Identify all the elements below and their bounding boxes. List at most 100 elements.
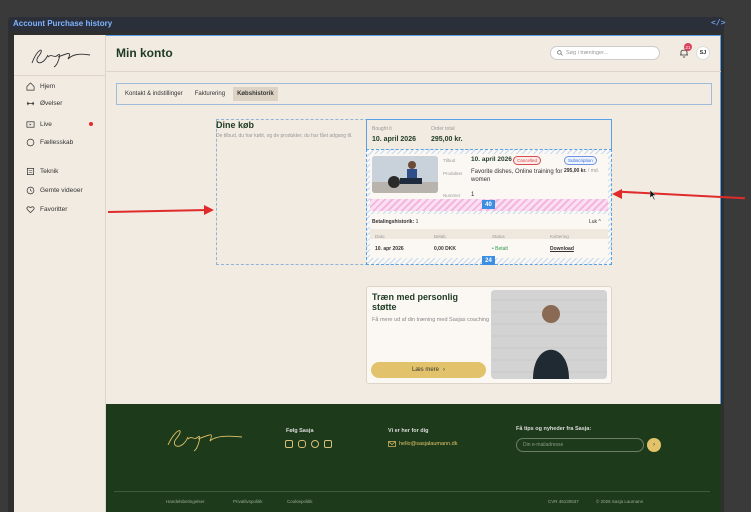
newsletter-email-input[interactable]: Din e-mailadresse <box>516 438 644 452</box>
annotation-arrowhead-right <box>612 189 622 199</box>
price-value: 295,00 kr. <box>564 168 587 174</box>
th-status: Status <box>492 234 505 239</box>
sidebar-item-hjem[interactable]: Hjem <box>26 80 55 92</box>
heart-icon <box>26 205 35 213</box>
facebook-icon[interactable] <box>285 440 293 448</box>
sidebar-item-ovelser[interactable]: Øvelser <box>26 97 62 109</box>
page-title: Min konto <box>116 46 173 60</box>
footer-email-link[interactable]: hello@sasjalaumann.dk <box>388 441 457 447</box>
status-badge: Cancelled <box>513 156 542 165</box>
code-icon[interactable]: </> <box>711 18 725 27</box>
live-indicator <box>89 122 93 126</box>
search-input[interactable]: Søg i træninger... <box>550 46 660 60</box>
offer-label: Tilbud <box>443 158 456 163</box>
header-divider <box>106 71 721 72</box>
dumbbell-icon <box>26 101 35 105</box>
footer-cvr: CVR 46130537 <box>548 499 579 504</box>
payment-count: 1 <box>415 219 419 225</box>
download-link[interactable]: Download <box>550 246 574 252</box>
order-date: 10. april 2026 <box>471 156 512 163</box>
tiktok-icon[interactable] <box>311 440 319 448</box>
td-amount: 0,00 DKK <box>434 246 456 252</box>
number-value: 1 <box>471 192 475 198</box>
frame-title-bar <box>8 17 724 31</box>
search-icon <box>557 50 563 56</box>
footer-copyright: © 2026 Sasja Laumann <box>596 499 644 504</box>
sidebar-item-gemte-videoer[interactable]: Gemte videoer <box>26 184 83 196</box>
purchases-title: Dine køb <box>216 120 255 130</box>
sidebar-item-teknik[interactable]: Teknik <box>26 165 58 177</box>
home-icon <box>26 81 35 90</box>
mail-icon <box>388 441 396 447</box>
footer <box>106 404 721 512</box>
frame-title: Account Purchase history <box>13 19 113 28</box>
live-icon <box>26 120 35 128</box>
youtube-icon[interactable] <box>324 440 332 448</box>
sidebar-item-favoritter[interactable]: Favoritter <box>26 203 67 215</box>
footer-link-privacy[interactable]: Privatlivspolitik <box>233 499 263 504</box>
newsletter-submit-button[interactable]: › <box>647 438 661 452</box>
promo-subtitle: Få mere ud af din træning med Sasjas coa… <box>372 317 490 323</box>
footer-contact-label: Vi er her for dig <box>388 428 429 434</box>
logo-signature[interactable] <box>28 43 92 71</box>
chat-icon <box>26 138 35 146</box>
tab-kontakt[interactable]: Kontakt & indstillinger <box>121 87 187 101</box>
td-status: • Betalt <box>492 246 508 252</box>
spacing-tag-bottom: 24 <box>482 256 495 265</box>
promo-image <box>491 290 607 379</box>
sidebar-divider <box>14 75 106 76</box>
product-photo <box>372 156 438 193</box>
payment-table-header <box>370 229 608 239</box>
th-amount: Beløb <box>434 234 446 239</box>
instagram-icon[interactable] <box>298 440 306 448</box>
footer-follow-label: Følg Sasja <box>286 428 314 434</box>
sidebar: Hjem Øvelser Live Fællesskab Teknik Gemt… <box>14 35 106 512</box>
read-more-button[interactable]: Læs mere › <box>371 362 486 378</box>
close-link[interactable]: Luk ^ <box>589 219 601 225</box>
bought-value: 10. april 2026 <box>372 136 416 143</box>
sidebar-item-label: Live <box>40 120 52 128</box>
promo-photo <box>491 290 607 379</box>
clock-icon <box>26 186 35 194</box>
sidebar-item-label: Hjem <box>40 82 56 90</box>
footer-logo-signature[interactable] <box>164 423 244 455</box>
mouse-cursor-icon <box>650 190 657 200</box>
order-price: 295,00 kr. / md. <box>564 168 599 174</box>
th-date: Dato <box>375 234 385 239</box>
tab-fakturering[interactable]: Fakturering <box>191 87 229 101</box>
sidebar-item-label: Fællesskab <box>40 138 74 146</box>
chevron-right-icon: › <box>443 367 445 373</box>
sidebar-item-label: Øvelser <box>40 99 63 107</box>
price-period: / md. <box>587 168 600 174</box>
footer-link-cookies[interactable]: Cookiepolitik <box>287 499 313 504</box>
subscription-badge: Subscription <box>564 156 597 165</box>
search-placeholder: Søg i træninger... <box>566 50 609 56</box>
book-icon <box>26 167 35 175</box>
footer-link-terms[interactable]: Handelsbetingelser <box>166 499 205 504</box>
promo-title: Træn med personlig støtte <box>372 292 459 313</box>
purchases-subtitle: De tilbud, du har købt, og de produkter,… <box>216 133 353 139</box>
product-image <box>372 156 438 193</box>
newsletter-label: Få tips og nyheder fra Sasja: <box>516 426 592 432</box>
td-date: 10. apr 2026 <box>375 246 404 252</box>
arrow-right-icon: › <box>653 442 655 448</box>
footer-email: hello@sasjalaumann.dk <box>399 441 458 447</box>
sidebar-item-faellesskab[interactable]: Fællesskab <box>26 136 73 148</box>
payment-history-title: Betalingshistorik: 1 <box>372 219 418 225</box>
th-receipt: Kvittering <box>550 234 569 239</box>
spacing-tag-top: 40 <box>482 200 495 209</box>
total-value: 295,00 kr. <box>431 136 463 143</box>
sidebar-item-label: Gemte videoer <box>40 186 83 194</box>
total-label: Order total <box>431 126 455 132</box>
annotation-arrowhead-left <box>204 205 214 215</box>
number-label: Nummer <box>443 193 461 198</box>
account-tabs: Kontakt & indstillinger Fakturering Købs… <box>116 83 712 105</box>
footer-divider <box>114 491 710 492</box>
bought-label: Bought it <box>372 126 392 132</box>
read-more-label: Læs mere <box>411 367 439 373</box>
notification-badge: 21 <box>684 43 692 51</box>
payment-history-label: Betalingshistorik: <box>372 219 415 225</box>
sidebar-item-live[interactable]: Live <box>26 118 52 130</box>
avatar[interactable]: SJ <box>696 46 710 60</box>
tab-kobshistorik[interactable]: Købshistorik <box>233 87 278 101</box>
